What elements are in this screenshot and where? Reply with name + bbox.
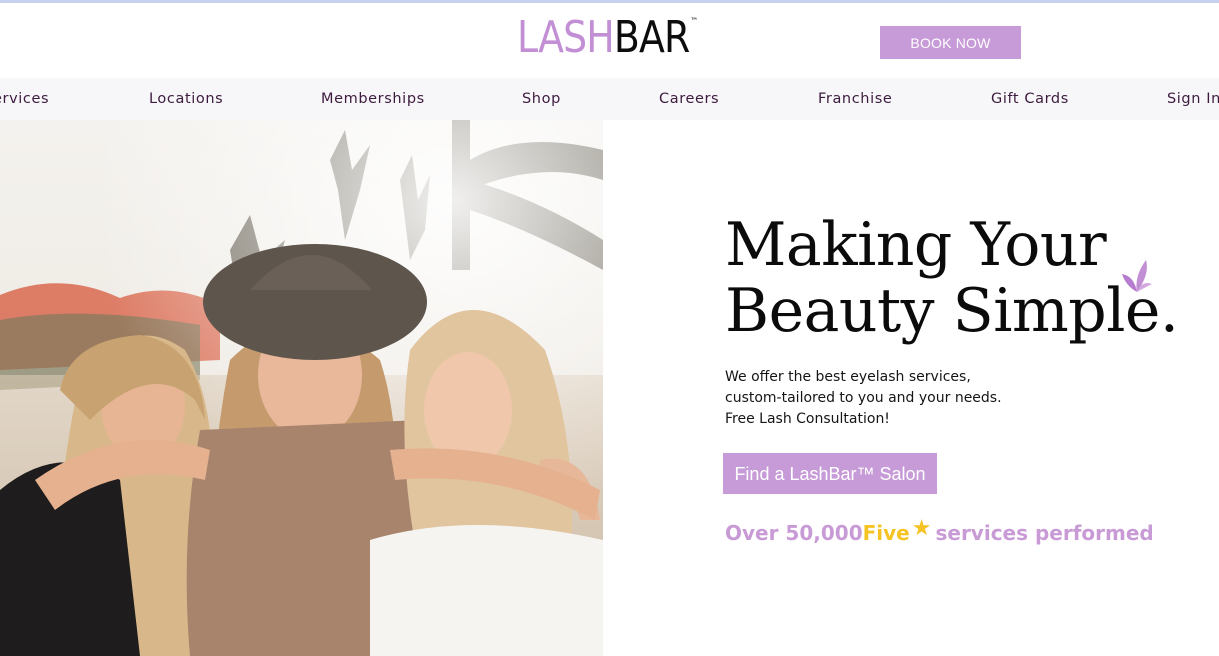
top-border — [0, 0, 1219, 3]
find-salon-button[interactable]: Find a LashBar™ Salon — [723, 453, 937, 494]
star-icon: ★ — [911, 516, 932, 541]
stat-suffix: services performed — [935, 521, 1154, 545]
description-line-3: Free Lash Consultation! — [725, 411, 890, 427]
nav-item-services[interactable]: ervices — [0, 78, 49, 120]
book-now-button[interactable]: BOOK NOW — [880, 26, 1021, 59]
nav-item-locations[interactable]: Locations — [149, 78, 223, 120]
nav-item-sign-in[interactable]: Sign In — [1167, 78, 1219, 120]
hero-headline: Making Your Beauty Simple. — [725, 210, 1179, 346]
butterfly-icon — [1122, 260, 1152, 292]
headline-line-2: Beauty Simple. — [725, 276, 1179, 346]
description-line-1: We offer the best eyelash services, — [725, 369, 971, 385]
nav-item-careers[interactable]: Careers — [659, 78, 719, 120]
nav-item-memberships[interactable]: Memberships — [321, 78, 425, 120]
headline-line-1: Making Your — [725, 210, 1107, 280]
logo-trademark: ™ — [690, 17, 698, 27]
logo-bar-text: BAR — [613, 12, 690, 63]
nav-item-franchise[interactable]: Franchise — [818, 78, 892, 120]
hero-photo-illustration — [0, 120, 603, 656]
main-nav: ervices Locations Memberships Shop Caree… — [0, 78, 1219, 120]
description-line-2: custom-tailored to you and your needs. — [725, 390, 1002, 406]
logo-lash-text: LASH — [517, 12, 615, 63]
hero-description: We offer the best eyelash services, cust… — [725, 367, 1002, 430]
stat-prefix: Over 50,000 — [725, 521, 863, 545]
nav-item-gift-cards[interactable]: Gift Cards — [991, 78, 1069, 120]
nav-item-shop[interactable]: Shop — [522, 78, 561, 120]
services-stat: Over 50,000 Five ★ services performed — [725, 516, 1154, 547]
stat-highlight: Five — [862, 521, 910, 545]
hero-photo — [0, 120, 603, 656]
lashbar-logo[interactable]: LASH BAR ™ — [517, 12, 698, 63]
